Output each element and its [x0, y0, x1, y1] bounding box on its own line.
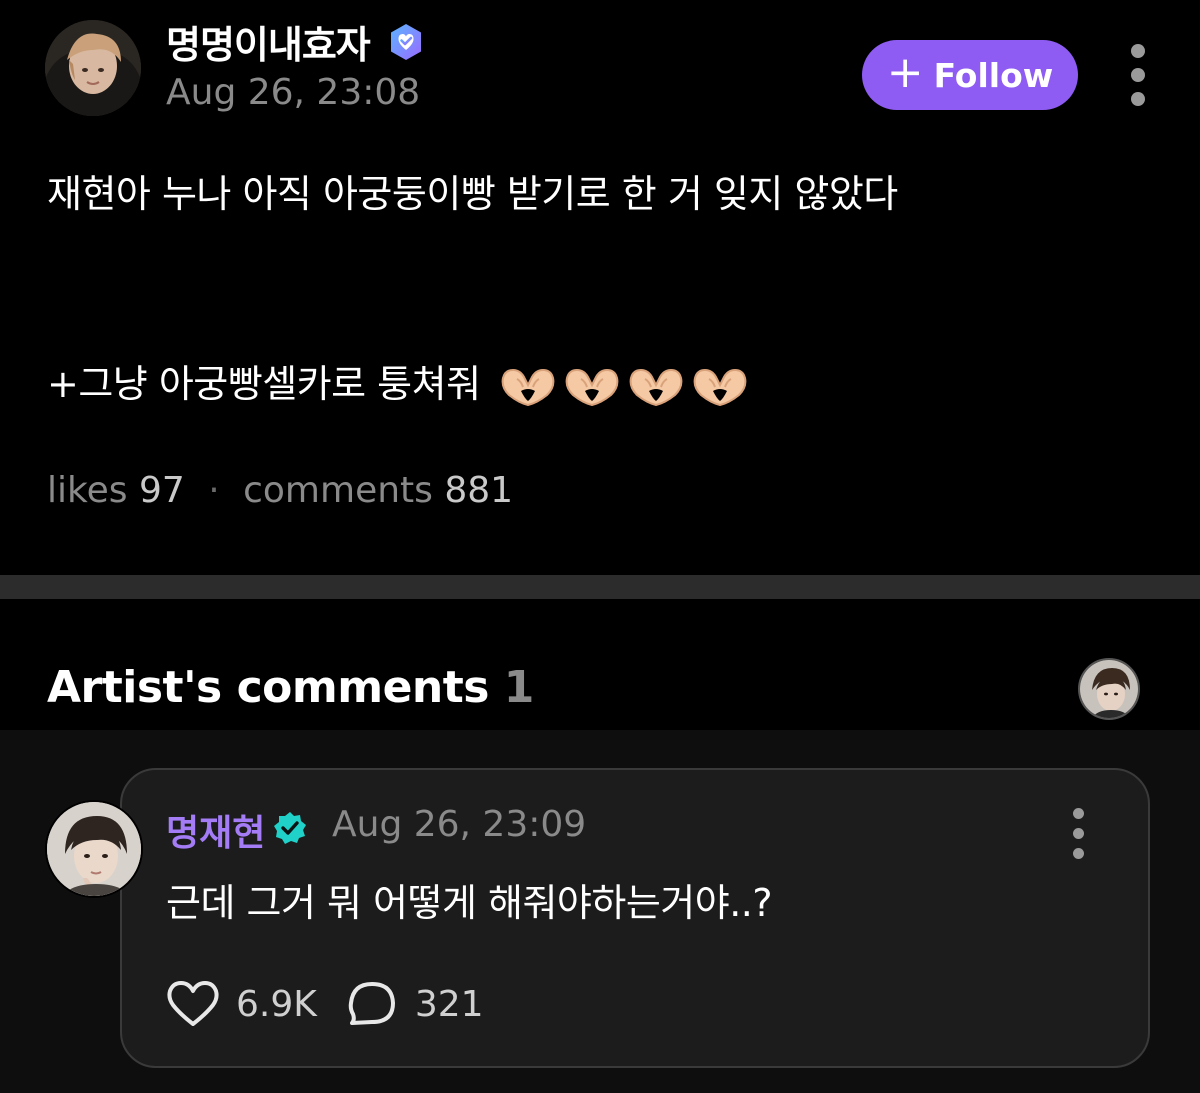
artist-thumbnail-avatar[interactable] [1078, 658, 1140, 720]
artist-comments-header: Artist's comments 1 [47, 662, 534, 713]
verified-badge-icon [391, 24, 421, 60]
post-text-line-2: +그냥 아궁빵셀카로 퉁쳐줘 [47, 358, 749, 410]
likes-label: likes [47, 470, 128, 511]
reply-bubble-icon[interactable] [345, 978, 399, 1030]
verified-artist-badge-icon [274, 812, 306, 844]
heart-hands-icon [629, 368, 682, 406]
comment-text: 근데 그거 뭐 어떻게 해줘야하는거야..? [166, 881, 773, 925]
commenter-avatar[interactable] [45, 800, 143, 898]
post-header: 명명이내효자 Aug 26, 23:08 + Follow [0, 0, 1200, 140]
heart-icon[interactable] [166, 978, 220, 1030]
author-name[interactable]: 명명이내효자 [166, 14, 371, 69]
comment-timestamp: Aug 26, 23:09 [332, 804, 587, 845]
more-options-icon[interactable] [1128, 44, 1148, 106]
follow-label: Follow [933, 55, 1054, 95]
post-timestamp: Aug 26, 23:08 [166, 72, 421, 113]
heart-hands-icon [693, 368, 746, 406]
section-divider [0, 575, 1200, 599]
artist-comments-count: 1 [503, 662, 535, 713]
comment-like-count: 6.9K [236, 983, 317, 1025]
post-stats: likes 97 · comments 881 [47, 470, 513, 511]
likes-count[interactable]: 97 [139, 470, 185, 511]
author-avatar[interactable] [45, 20, 141, 116]
comment-more-options-icon[interactable] [1068, 808, 1088, 859]
comments-label: comments [243, 470, 433, 511]
comment-actions: 6.9K 321 [166, 978, 512, 1030]
post-text-line-2-text: +그냥 아궁빵셀카로 퉁쳐줘 [47, 362, 481, 406]
stats-separator: · [208, 470, 220, 511]
commenter-name[interactable]: 명재현 [166, 804, 265, 856]
plus-icon: + [886, 47, 924, 98]
follow-button[interactable]: + Follow [862, 40, 1078, 110]
heart-hands-emoji-row [499, 365, 749, 409]
heart-hands-icon [501, 368, 554, 406]
comment-reply-count: 321 [414, 983, 484, 1025]
heart-hands-icon [565, 368, 618, 406]
post-text-line-1: 재현아 누나 아직 아궁둥이빵 받기로 한 거 잊지 않았다 [47, 172, 898, 216]
artist-comments-title: Artist's comments [47, 662, 489, 713]
comments-count[interactable]: 881 [444, 470, 513, 511]
